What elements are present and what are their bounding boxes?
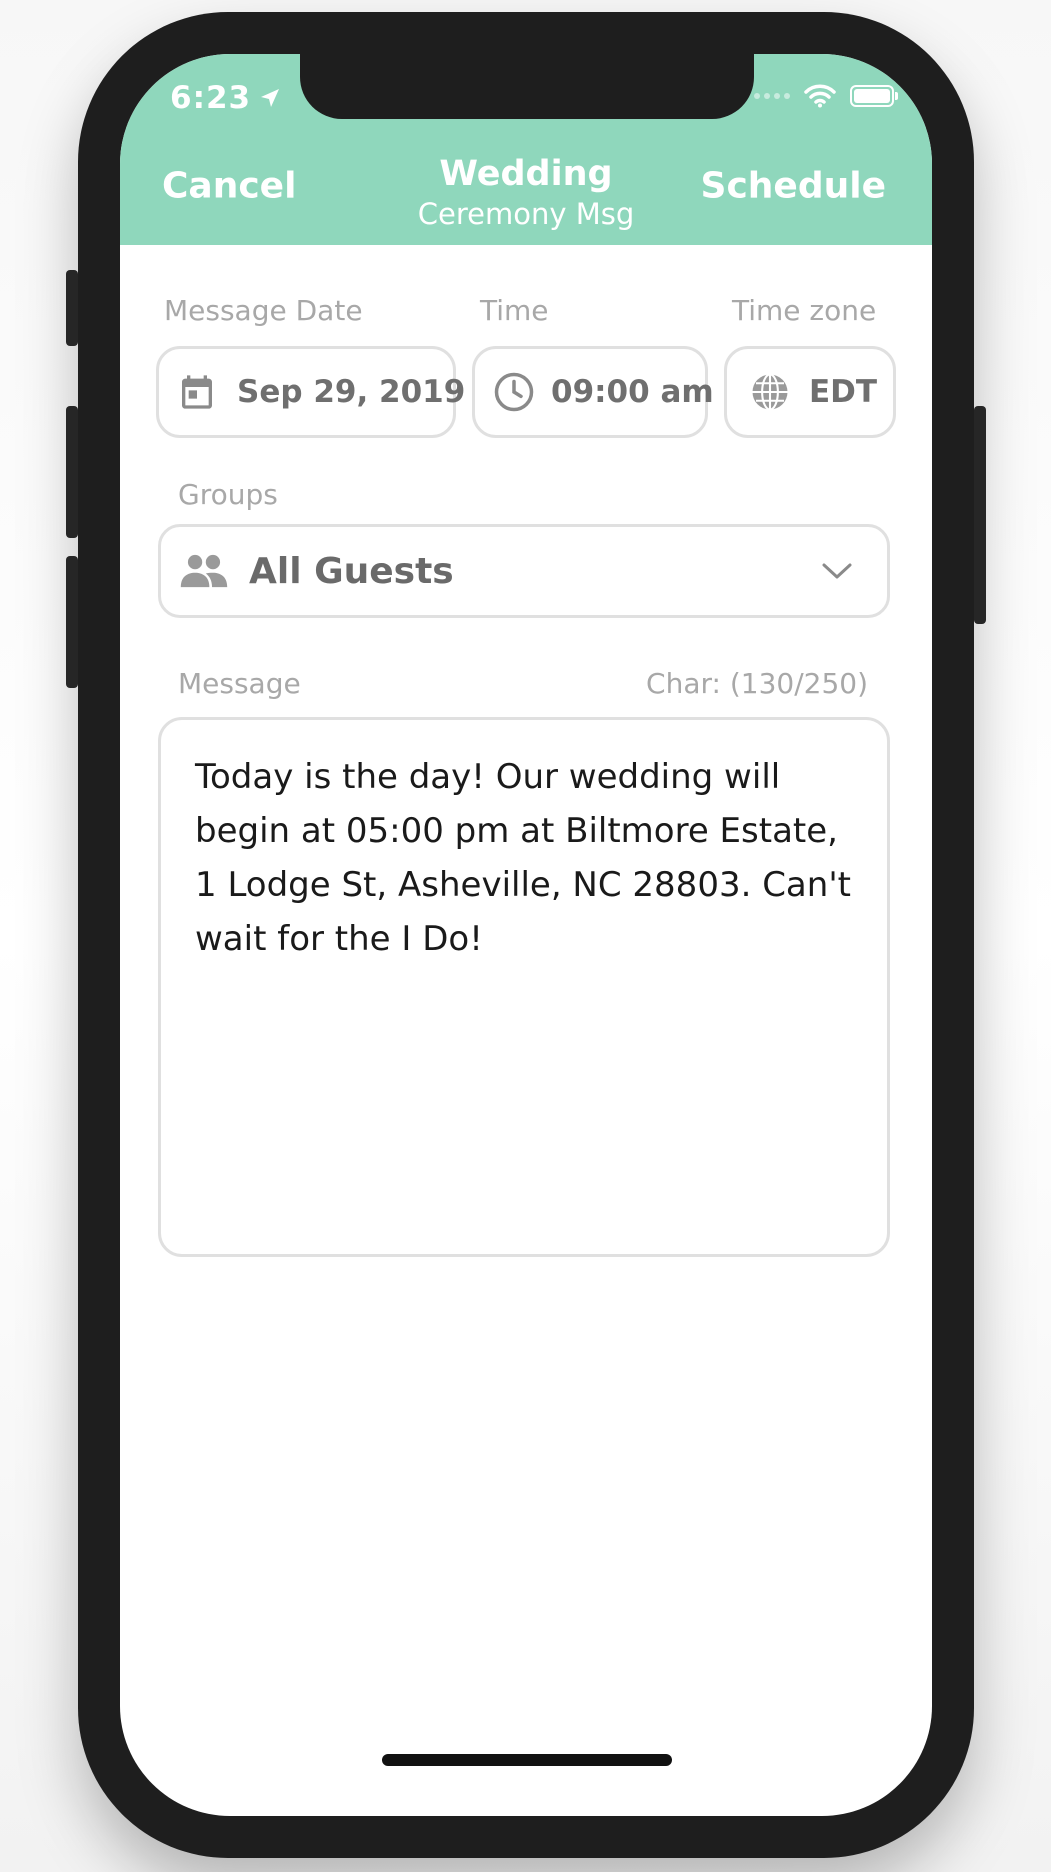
calendar-icon: [177, 372, 217, 412]
timezone-picker[interactable]: EDT: [724, 346, 896, 438]
volume-up-button: [66, 406, 78, 538]
people-icon: [179, 553, 229, 589]
stage: 6:23 Cancel Wedding Ceremony Msg Schedul…: [0, 0, 1051, 1872]
date-label: Message Date: [164, 294, 363, 327]
clock-icon: [493, 371, 535, 413]
power-button: [974, 406, 986, 624]
timezone-label: Time zone: [732, 294, 877, 327]
groups-dropdown[interactable]: All Guests: [158, 524, 890, 618]
groups-label: Groups: [178, 478, 278, 511]
timezone-value: EDT: [809, 374, 878, 410]
date-picker[interactable]: Sep 29, 2019: [156, 346, 465, 438]
date-value: Sep 29, 2019: [237, 374, 466, 410]
groups-value: All Guests: [249, 550, 454, 592]
globe-icon: [749, 371, 791, 413]
home-indicator[interactable]: [382, 1754, 672, 1766]
screen: 6:23 Cancel Wedding Ceremony Msg Schedul…: [120, 54, 932, 1816]
time-picker[interactable]: 09:00 am: [472, 346, 714, 438]
message-label: Message: [178, 667, 301, 700]
signal-icon: [754, 93, 790, 99]
char-count: Char: (130/250): [646, 667, 868, 700]
chevron-down-icon: [821, 561, 853, 581]
nav-header: 6:23 Cancel Wedding Ceremony Msg Schedul…: [120, 54, 932, 245]
time-label: Time: [480, 294, 549, 327]
silent-switch: [66, 270, 78, 346]
battery-icon: [850, 85, 898, 107]
schedule-button[interactable]: Schedule: [701, 166, 886, 207]
status-time-text: 6:23: [170, 80, 252, 116]
status-time: 6:23: [170, 80, 281, 116]
phone-frame: 6:23 Cancel Wedding Ceremony Msg Schedul…: [66, 12, 986, 1858]
status-icons: [754, 84, 898, 108]
wifi-icon: [804, 84, 836, 108]
message-textarea[interactable]: Today is the day! Our wedding will begin…: [158, 717, 890, 1257]
volume-down-button: [66, 556, 78, 688]
location-arrow-icon: [259, 87, 281, 109]
notch: [300, 54, 754, 119]
time-value: 09:00 am: [551, 374, 714, 410]
